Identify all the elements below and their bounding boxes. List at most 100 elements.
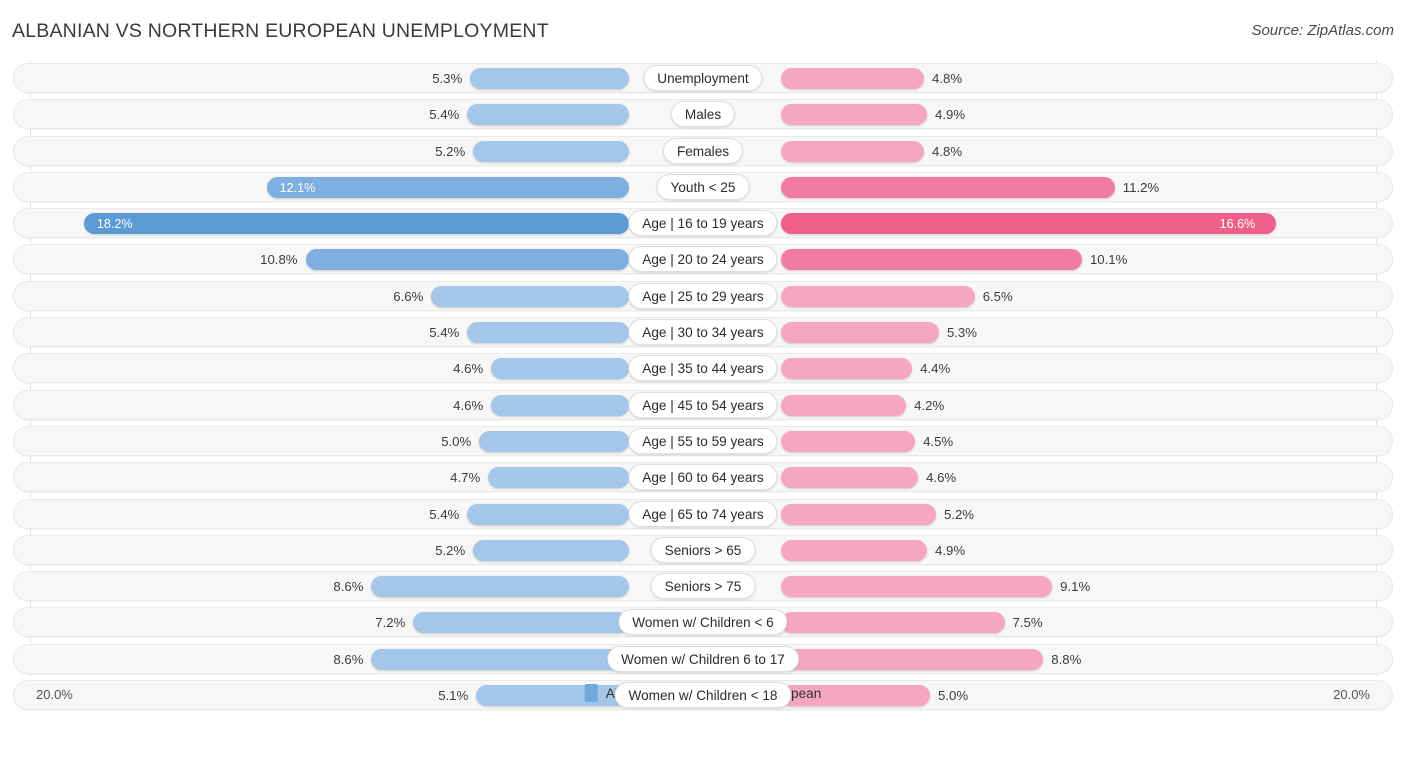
value-label-albanian: 4.7% (450, 470, 481, 486)
value-label-albanian: 5.0% (441, 433, 472, 449)
bar-northern-european[interactable] (781, 104, 928, 126)
legend-swatch-icon (584, 684, 598, 702)
value-label-albanian: 7.2% (375, 615, 406, 631)
bar-albanian[interactable] (431, 285, 629, 307)
value-label-albanian: 8.6% (333, 579, 364, 595)
value-label-albanian: 5.4% (429, 506, 460, 522)
row-category-label[interactable]: Youth < 25 (656, 173, 750, 200)
value-label-northern-european: 7.5% (1012, 615, 1043, 631)
bar-albanian[interactable] (473, 539, 629, 561)
table-row[interactable]: 5.4% 5.3% Age | 30 to 34 years (0, 314, 1406, 350)
bar-albanian[interactable] (467, 503, 629, 525)
table-row[interactable]: 5.4% 4.9% Males (0, 96, 1406, 132)
bar-northern-european[interactable] (781, 213, 1276, 235)
value-label-northern-european: 4.6% (926, 470, 957, 486)
row-category-label[interactable]: Women w/ Children < 6 (618, 609, 788, 636)
bar-northern-european[interactable] (781, 539, 928, 561)
page-title: ALBANIAN VS NORTHERN EUROPEAN UNEMPLOYME… (12, 20, 549, 42)
row-category-label[interactable]: Age | 60 to 64 years (628, 464, 778, 491)
bar-northern-european[interactable] (781, 140, 925, 162)
bar-northern-european[interactable] (781, 430, 916, 452)
value-label-albanian: 4.6% (453, 397, 484, 413)
row-category-label[interactable]: Seniors > 75 (650, 573, 756, 600)
value-label-northern-european: 11.2% (1122, 179, 1160, 195)
bar-albanian[interactable] (491, 394, 629, 416)
row-category-label[interactable]: Males (670, 101, 736, 128)
table-row[interactable]: 5.4% 5.2% Age | 65 to 74 years (0, 496, 1406, 532)
bar-northern-european[interactable] (781, 576, 1053, 598)
bar-albanian[interactable] (467, 104, 629, 126)
value-label-albanian: 8.6% (333, 651, 364, 667)
value-label-albanian: 18.2% (96, 217, 133, 232)
table-row[interactable]: 8.6% 9.1% Seniors > 75 (0, 568, 1406, 604)
bar-albanian[interactable] (305, 249, 629, 271)
bar-albanian[interactable] (371, 648, 629, 670)
bar-albanian[interactable] (413, 612, 629, 634)
row-category-label[interactable]: Unemployment (643, 65, 763, 91)
table-row[interactable]: 4.7% 4.6% Age | 60 to 64 years (0, 459, 1406, 495)
table-row[interactable]: 18.2% 16.6% Age | 16 to 19 years (0, 205, 1406, 241)
row-category-label[interactable]: Age | 16 to 19 years (628, 210, 778, 237)
bar-albanian[interactable] (83, 213, 629, 235)
row-category-label[interactable]: Women w/ Children < 18 (614, 682, 792, 709)
bar-northern-european[interactable] (781, 322, 939, 344)
axis-label-right: 20.0% (1333, 687, 1370, 702)
value-label-albanian: 4.6% (453, 361, 484, 377)
bar-northern-european[interactable] (781, 467, 919, 489)
bar-albanian[interactable] (491, 358, 629, 380)
value-label-northern-european: 9.1% (1060, 579, 1091, 595)
table-row[interactable]: 12.1% 11.2% Youth < 25 (0, 169, 1406, 205)
bar-northern-european[interactable] (781, 249, 1082, 271)
bar-northern-european[interactable] (781, 68, 925, 89)
value-label-northern-european: 10.1% (1089, 252, 1128, 268)
bar-northern-european[interactable] (781, 503, 936, 525)
bar-albanian[interactable] (266, 176, 629, 198)
value-label-albanian: 5.2% (435, 542, 466, 558)
source-label: Source: ZipAtlas.com (1251, 22, 1394, 39)
bar-albanian[interactable] (470, 68, 629, 89)
table-row[interactable]: 5.2% 4.8% Females (0, 133, 1406, 169)
table-row[interactable]: 6.6% 6.5% Age | 25 to 29 years (0, 278, 1406, 314)
value-label-albanian: 6.6% (393, 288, 424, 304)
row-category-label[interactable]: Age | 25 to 29 years (628, 282, 778, 309)
bar-albanian[interactable] (479, 430, 629, 452)
chart-page: ALBANIAN VS NORTHERN EUROPEAN UNEMPLOYME… (0, 0, 1406, 757)
value-label-northern-european: 6.5% (982, 288, 1013, 304)
value-label-albanian: 10.8% (260, 252, 298, 268)
row-category-label[interactable]: Seniors > 65 (650, 536, 756, 563)
row-category-label[interactable]: Women w/ Children 6 to 17 (607, 645, 799, 672)
table-row[interactable]: 4.6% 4.2% Age | 45 to 54 years (0, 387, 1406, 423)
bar-northern-european[interactable] (781, 612, 1005, 634)
table-row[interactable]: 5.3% 4.8% Unemployment (0, 60, 1406, 96)
bar-northern-european[interactable] (781, 176, 1115, 198)
axis-label-left: 20.0% (36, 687, 73, 702)
row-category-label[interactable]: Females (662, 137, 744, 164)
bar-northern-european[interactable] (781, 648, 1044, 670)
bar-northern-european[interactable] (781, 285, 975, 307)
bar-northern-european[interactable] (781, 394, 907, 416)
plot-area: 5.3% 4.8% Unemployment 5.4% 4.9% Males 5.2% 4.8… (0, 60, 1406, 718)
table-row[interactable]: 5.2% 4.9% Seniors > 65 (0, 532, 1406, 568)
table-row[interactable]: 10.8% 10.1% Age | 20 to 24 years (0, 241, 1406, 277)
table-row[interactable]: 8.6% 8.8% Women w/ Children 6 to 17 (0, 641, 1406, 677)
bar-albanian[interactable] (467, 322, 629, 344)
table-row[interactable]: 4.6% 4.4% Age | 35 to 44 years (0, 350, 1406, 386)
bar-albanian[interactable] (371, 576, 629, 598)
row-category-label[interactable]: Age | 45 to 54 years (628, 391, 778, 418)
bar-albanian[interactable] (473, 140, 629, 162)
bar-albanian[interactable] (488, 467, 629, 489)
row-category-label[interactable]: Age | 30 to 34 years (628, 319, 778, 346)
bar-rows: 5.3% 4.8% Unemployment 5.4% 4.9% Males 5.2% 4.8… (0, 60, 1406, 713)
value-label-albanian: 12.1% (279, 180, 316, 195)
value-label-northern-european: 5.2% (943, 506, 975, 522)
row-category-label[interactable]: Age | 55 to 59 years (628, 427, 778, 454)
value-label-albanian: 5.4% (429, 325, 460, 341)
row-category-label[interactable]: Age | 35 to 44 years (628, 355, 778, 382)
row-category-label[interactable]: Age | 65 to 74 years (628, 500, 778, 527)
value-label-northern-european: 4.5% (923, 433, 954, 449)
row-category-label[interactable]: Age | 20 to 24 years (628, 246, 778, 273)
table-row[interactable]: 5.0% 4.5% Age | 55 to 59 years (0, 423, 1406, 459)
value-label-northern-european: 4.8% (932, 71, 963, 86)
bar-northern-european[interactable] (781, 358, 913, 380)
table-row[interactable]: 7.2% 7.5% Women w/ Children < 6 (0, 604, 1406, 640)
